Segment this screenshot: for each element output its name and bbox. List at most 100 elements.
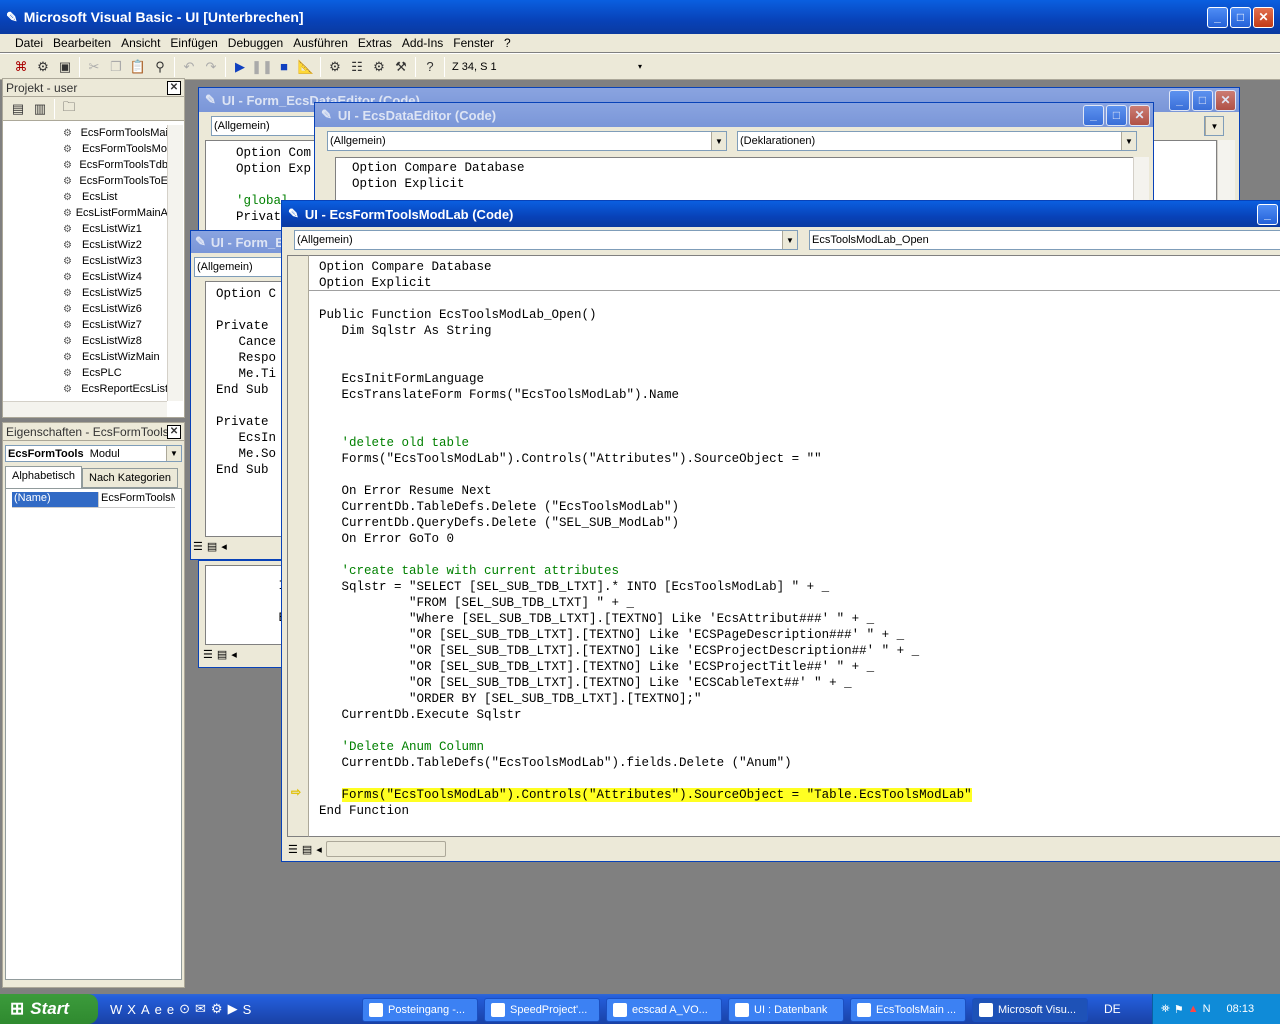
browser-icon[interactable]: e	[155, 1002, 162, 1017]
undo-icon[interactable]: ↶	[178, 56, 200, 78]
module-view-icon[interactable]: ▤	[217, 648, 227, 661]
code-line[interactable]	[319, 291, 1280, 307]
word-icon[interactable]: W	[110, 1002, 122, 1017]
save-icon[interactable]: ▣	[54, 56, 76, 78]
maximize-button[interactable]: □	[1106, 104, 1127, 126]
project-tree-item[interactable]: ⚙ EcsList	[63, 189, 168, 205]
task-speedproject[interactable]: SpeedProject'...	[484, 998, 600, 1022]
property-row-name[interactable]: (Name) EcsFormToolsMc	[12, 492, 175, 508]
code-line[interactable]: EcsInitFormLanguage	[319, 371, 1280, 387]
object-selector[interactable]: EcsFormTools Modul ▼	[5, 445, 182, 462]
code-line[interactable]: On Error GoTo 0	[319, 531, 1280, 547]
view-code-icon[interactable]: ▤	[7, 98, 29, 120]
copy-icon[interactable]: ❐	[105, 56, 127, 78]
ie-icon[interactable]: e	[167, 1002, 174, 1017]
code-line[interactable]	[319, 771, 1280, 787]
procedure-combo[interactable]: ▼	[1204, 116, 1224, 136]
margin-indicator-bar[interactable]	[287, 255, 309, 837]
code-line[interactable]	[319, 547, 1280, 563]
code-window-ecsdataeditor[interactable]: ✎ UI - EcsDataEditor (Code) _ □ ✕ (Allge…	[314, 102, 1154, 212]
tool-icon[interactable]: ⚙	[211, 1001, 223, 1017]
code-line[interactable]: 'create table with current attributes	[319, 563, 1280, 579]
task-ecstoolsmain[interactable]: EcsToolsMain ...	[850, 998, 966, 1022]
toggle-folders-icon[interactable]: 🗀	[58, 98, 80, 120]
menu-bearbeiten[interactable]: Bearbeiten	[48, 36, 116, 50]
minimize-button[interactable]: _	[1207, 6, 1228, 28]
code-line[interactable]: "Where [SEL_SUB_TDB_LTXT].[TEXTNO] Like …	[319, 611, 1280, 627]
insert-icon[interactable]: ⚙	[32, 56, 54, 78]
menu-ansicht[interactable]: Ansicht	[116, 36, 165, 50]
access-icon[interactable]: ⌘	[10, 56, 32, 78]
code-line[interactable]: Forms("EcsToolsModLab").Controls("Attrib…	[319, 451, 1280, 467]
scroll-left-icon[interactable]: ◂	[231, 648, 237, 661]
project-tree-item[interactable]: ⚙ EcsReportEcsList	[63, 381, 168, 397]
code-line[interactable]: Forms("EcsToolsModLab").Controls("Attrib…	[319, 787, 1280, 803]
code-line[interactable]: CurrentDb.QueryDefs.Delete ("SEL_SUB_Mod…	[319, 515, 1280, 531]
toolbox-icon[interactable]: ⚒	[390, 56, 412, 78]
code-line[interactable]: CurrentDb.TableDefs("EcsToolsModLab").fi…	[319, 755, 1280, 771]
object-combo[interactable]: (Allgemein) ▼	[294, 230, 798, 250]
n-icon[interactable]: N	[1203, 1003, 1211, 1015]
access-icon[interactable]: A	[141, 1002, 150, 1017]
procedure-combo[interactable]: EcsToolsModLab_Open	[809, 230, 1280, 250]
toolbar-options-icon[interactable]: ▾	[638, 62, 642, 71]
security-icon[interactable]: ⚑	[1174, 1003, 1184, 1016]
code-area[interactable]: Option Compare Database Option Explicit Pu…	[309, 255, 1280, 837]
project-tree-item[interactable]: ⚙ EcsFormToolsTdb	[63, 157, 168, 173]
tab-alphabetisch[interactable]: Alphabetisch	[5, 466, 82, 488]
code-line[interactable]: On Error Resume Next	[319, 483, 1280, 499]
find-icon[interactable]: ⚲	[149, 56, 171, 78]
properties-icon[interactable]: ☷	[346, 56, 368, 78]
app-icon[interactable]: ⊙	[179, 1001, 190, 1017]
code-line[interactable]: "OR [SEL_SUB_TDB_LTXT].[TEXTNO] Like 'EC…	[319, 675, 1280, 691]
code-line[interactable]	[319, 723, 1280, 739]
code-line[interactable]: "FROM [SEL_SUB_TDB_LTXT] " + _	[319, 595, 1280, 611]
close-button[interactable]: ✕	[1129, 104, 1150, 126]
code-line[interactable]	[319, 419, 1280, 435]
object-combo[interactable]: (Allgemein) ▼	[327, 131, 727, 151]
project-tree-item[interactable]: ⚙ EcsListWiz4	[63, 269, 168, 285]
procedure-combo[interactable]: (Deklarationen) ▼	[737, 131, 1137, 151]
project-explorer-icon[interactable]: ⚙	[324, 56, 346, 78]
code-line[interactable]: Dim Sqlstr As String	[319, 323, 1280, 339]
code-line[interactable]: "OR [SEL_SUB_TDB_LTXT].[TEXTNO] Like 'EC…	[319, 643, 1280, 659]
project-tree-item[interactable]: ⚙ EcsFormToolsMai	[63, 125, 168, 141]
object-combo[interactable]: (Allgemein)	[211, 116, 321, 136]
object-browser-icon[interactable]: ⚙	[368, 56, 390, 78]
menu-debuggen[interactable]: Debuggen	[223, 36, 288, 50]
menu-help[interactable]: ?	[499, 36, 516, 50]
code-line[interactable]: Public Function EcsToolsModLab_Open()	[319, 307, 1280, 323]
code-window-ecsformtoolsmodlab[interactable]: ✎ UI - EcsFormToolsModLab (Code) _ (Allg…	[281, 200, 1280, 862]
project-close-icon[interactable]: ✕	[167, 80, 181, 95]
menu-addins[interactable]: Add-Ins	[397, 36, 448, 50]
code-line[interactable]: EcsTranslateForm Forms("EcsToolsModLab")…	[319, 387, 1280, 403]
minimize-button[interactable]: _	[1083, 104, 1104, 126]
code-line[interactable]: CurrentDb.Execute Sqlstr	[319, 707, 1280, 723]
project-tree-item[interactable]: ⚙ EcsListWiz5	[63, 285, 168, 301]
minimize-button[interactable]: _	[1257, 203, 1278, 225]
menu-einfuegen[interactable]: Einfügen	[165, 36, 222, 50]
code-line[interactable]: "ORDER BY [SEL_SUB_TDB_LTXT].[TEXTNO];"	[319, 691, 1280, 707]
code-line[interactable]: "OR [SEL_SUB_TDB_LTXT].[TEXTNO] Like 'EC…	[319, 659, 1280, 675]
stop-icon[interactable]: ■	[273, 56, 295, 78]
code-hscrollbar-thumb[interactable]	[325, 841, 446, 857]
project-tree-item[interactable]: ⚙ EcsListWizMain	[63, 349, 168, 365]
view-object-icon[interactable]: ▥	[29, 98, 51, 120]
code-line[interactable]: Option Compare Database	[352, 160, 1134, 176]
project-tree-item[interactable]: ⚙ EcsListWiz7	[63, 317, 168, 333]
code-line[interactable]	[319, 467, 1280, 483]
scroll-left-icon[interactable]: ◂	[316, 843, 322, 856]
code-line[interactable]: 'delete old table	[319, 435, 1280, 451]
help-icon[interactable]: ?	[419, 56, 441, 78]
properties-close-icon[interactable]: ✕	[167, 424, 181, 439]
project-tree-item[interactable]: ⚙ EcsFormToolsMo	[63, 141, 168, 157]
code-line[interactable]: Sqlstr = "SELECT [SEL_SUB_TDB_LTXT].* IN…	[319, 579, 1280, 595]
code-line[interactable]: Option Explicit	[319, 275, 1280, 291]
property-name-value[interactable]: EcsFormToolsMc	[98, 492, 175, 507]
close-button[interactable]: ✕	[1253, 6, 1274, 28]
code-line[interactable]	[319, 339, 1280, 355]
module-view-icon[interactable]: ▤	[302, 843, 312, 856]
design-mode-icon[interactable]: 📐	[295, 56, 317, 78]
task-microsoft-visual-basic[interactable]: Microsoft Visu...	[972, 998, 1088, 1022]
skype-icon[interactable]: S	[243, 1002, 252, 1017]
